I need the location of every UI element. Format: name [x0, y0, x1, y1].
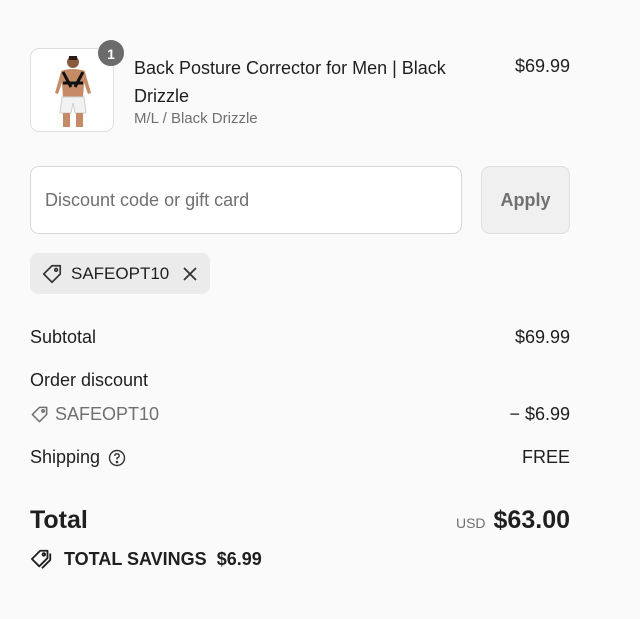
product-thumbnail: 1: [30, 39, 125, 132]
tag-icon: [30, 405, 49, 424]
applied-code-label: SAFEOPT10: [71, 263, 170, 283]
discount-value: − $6.99: [509, 404, 570, 424]
apply-button[interactable]: Apply: [481, 166, 570, 234]
close-icon[interactable]: [181, 265, 199, 283]
total-row: Total USD $63.00: [30, 506, 570, 535]
total-label: Total: [30, 506, 88, 534]
subtotal-row: Subtotal $69.99: [30, 327, 570, 348]
help-circle-icon[interactable]: [108, 449, 126, 467]
subtotal-label: Subtotal: [30, 327, 97, 347]
subtotal-value: $69.99: [514, 327, 570, 347]
product-photo-icon: [55, 56, 91, 127]
shipping-value: FREE: [521, 447, 570, 467]
line-item: 1 Back Posture Corrector for Men | Black…: [30, 39, 570, 134]
total-value: $63.00: [493, 506, 570, 534]
shipping-row: Shipping FREE: [30, 447, 570, 468]
applied-discount-chip: SAFEOPT10: [30, 253, 210, 294]
order-discount-row: SAFEOPT10 − $6.99: [30, 404, 570, 425]
quantity-badge: 1: [97, 39, 125, 67]
shipping-label: Shipping: [30, 447, 101, 467]
tags-icon: [30, 548, 54, 570]
order-discount-label: Order discount: [30, 370, 149, 390]
tag-icon: [41, 263, 63, 285]
total-savings: TOTAL SAVINGS $6.99: [30, 548, 262, 570]
product-variant: M/L / Black Drizzle: [134, 110, 258, 127]
discount-code-label: SAFEOPT10: [55, 404, 160, 424]
currency-code: USD: [455, 515, 486, 531]
discount-code-input[interactable]: [30, 166, 462, 234]
savings-value: $6.99: [216, 548, 262, 569]
savings-label: TOTAL SAVINGS: [64, 548, 207, 569]
product-price: $69.99: [514, 56, 570, 76]
product-name: Back Posture Corrector for Men | Black D…: [134, 58, 446, 106]
